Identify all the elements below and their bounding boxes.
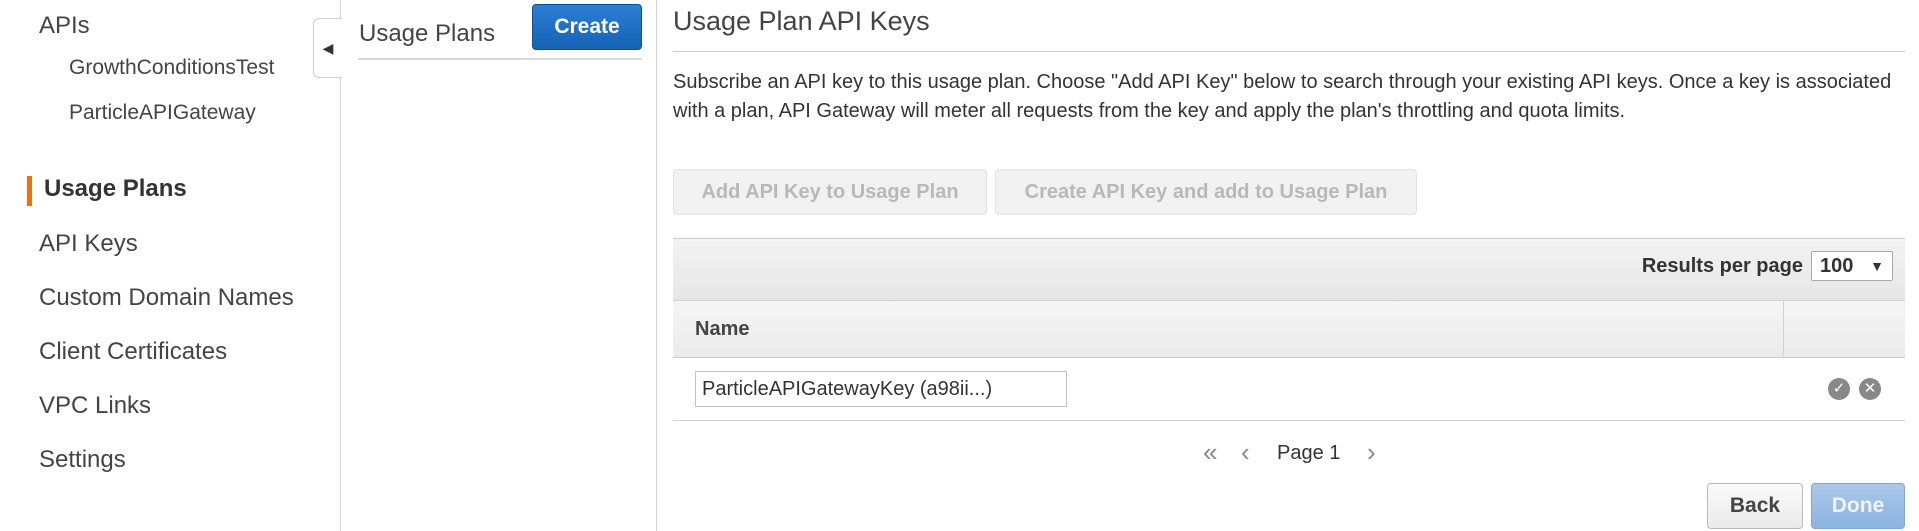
usage-plans-panel: Usage Plans Create bbox=[341, 0, 657, 531]
create-api-key-button[interactable]: Create API Key and add to Usage Plan bbox=[995, 169, 1417, 215]
nav-item-settings[interactable]: Settings bbox=[39, 446, 126, 474]
caret-down-icon: ▼ bbox=[1870, 258, 1884, 274]
collapse-nav-button[interactable]: ◀ bbox=[313, 18, 342, 78]
nav-item-growthconditionstest[interactable]: GrowthConditionsTest bbox=[69, 56, 274, 80]
results-per-page-value: 100 bbox=[1820, 255, 1854, 277]
api-keys-table: Results per page 100 ▼ Name ParticleAPIG… bbox=[673, 238, 1905, 421]
nav-item-particleapigateway[interactable]: ParticleAPIGateway bbox=[69, 101, 256, 125]
title-divider bbox=[673, 51, 1905, 52]
description-text: Subscribe an API key to this usage plan.… bbox=[673, 71, 1892, 122]
panel-divider bbox=[656, 0, 657, 531]
left-navigation: APIs GrowthConditionsTest ParticleAPIGat… bbox=[0, 0, 340, 531]
back-button[interactable]: Back bbox=[1707, 483, 1803, 529]
results-per-page-select[interactable]: 100 ▼ bbox=[1811, 251, 1893, 281]
double-chevron-left-icon[interactable]: « bbox=[1203, 438, 1217, 466]
table-header: Name bbox=[673, 300, 1905, 358]
nav-item-apis[interactable]: APIs bbox=[39, 12, 90, 40]
pagination: « ‹ Page 1 › bbox=[673, 438, 1905, 468]
nav-item-api-keys[interactable]: API Keys bbox=[39, 230, 138, 258]
api-key-name-input[interactable]: ParticleAPIGatewayKey (a98ii...) bbox=[695, 371, 1067, 407]
table-row: ParticleAPIGatewayKey (a98ii...) ✓ ✕ bbox=[673, 358, 1905, 421]
nav-item-custom-domain-names[interactable]: Custom Domain Names bbox=[39, 284, 294, 312]
done-button[interactable]: Done bbox=[1811, 483, 1905, 529]
table-toolbar: Results per page 100 ▼ bbox=[673, 238, 1905, 300]
column-separator bbox=[1783, 301, 1784, 358]
x-circle-icon[interactable]: ✕ bbox=[1859, 378, 1881, 400]
usage-plan-api-keys-panel: Usage Plan API Keys Subscribe an API key… bbox=[673, 0, 1905, 531]
nav-item-usage-plans[interactable]: Usage Plans bbox=[44, 175, 187, 203]
nav-item-vpc-links[interactable]: VPC Links bbox=[39, 392, 151, 420]
results-per-page-label: Results per page bbox=[1641, 255, 1803, 277]
column-header-name[interactable]: Name bbox=[695, 318, 749, 341]
chevron-right-icon[interactable]: › bbox=[1367, 438, 1376, 466]
create-button[interactable]: Create bbox=[532, 4, 642, 50]
page-title: Usage Plan API Keys bbox=[673, 6, 930, 36]
chevron-left-icon[interactable]: ‹ bbox=[1241, 438, 1250, 466]
active-indicator bbox=[27, 176, 32, 206]
add-api-key-button[interactable]: Add API Key to Usage Plan bbox=[673, 169, 987, 215]
check-circle-icon[interactable]: ✓ bbox=[1828, 378, 1850, 400]
page-label: Page 1 bbox=[1277, 442, 1341, 464]
chevron-left-icon: ◀ bbox=[322, 39, 334, 56]
usage-plans-title: Usage Plans bbox=[359, 20, 496, 47]
usage-plans-underline bbox=[358, 58, 642, 60]
nav-item-client-certificates[interactable]: Client Certificates bbox=[39, 338, 227, 366]
